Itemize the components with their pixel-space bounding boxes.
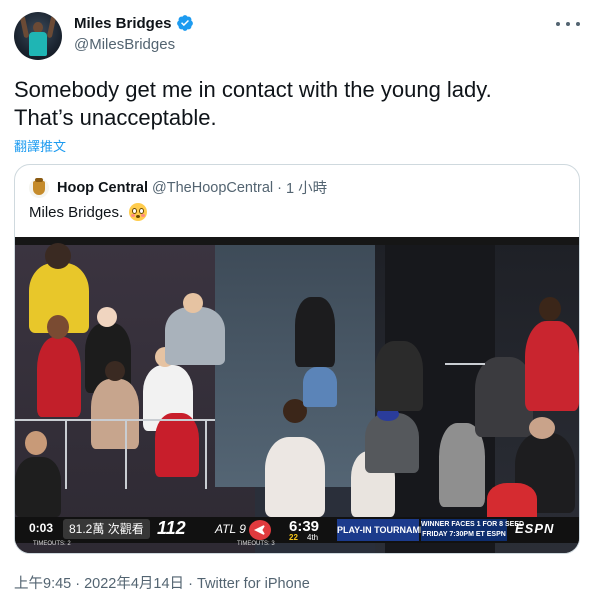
spectator-head [529,417,555,439]
player-figure [265,437,325,517]
railing [125,419,127,489]
author-handle[interactable]: @MilesBridges [74,36,175,53]
spectator-figure [525,321,579,411]
spectator-figure [15,457,61,517]
playin-tournament-label: PLAY-IN TOURNAMENT [337,519,438,541]
quoted-tweet-text: Miles Bridges. [29,203,148,221]
timeouts-right: TIMEOUTS: 3 [237,541,275,547]
railing [15,419,215,421]
video-elapsed-time: 0:03 [29,521,54,535]
quoted-tweet-text-content: Miles Bridges. [29,203,124,221]
spectator-head [105,361,125,381]
spectator-figure [91,379,139,449]
translate-tweet-link[interactable]: 翻譯推文 [14,136,66,155]
spectator-figure [365,413,419,473]
spectator-figure [303,367,337,407]
quoted-tweet-header: Hoop Central @TheHoopCentral · 1 小時 [29,177,327,198]
spectator-head [539,297,561,321]
home-score: 112 [157,518,186,538]
author-display-name[interactable]: Miles Bridges [74,15,172,32]
winner-info-line-1: WINNER FACES 1 FOR 8 SEED [421,521,525,528]
quoted-author-handle[interactable]: @TheHoopCentral [152,180,273,196]
timeouts-left: TIMEOUTS: 2 [33,541,71,547]
author-name-row[interactable]: Miles Bridges [74,14,194,32]
author-avatar[interactable] [14,12,62,60]
spectator-figure [295,297,335,367]
more-options-icon[interactable] [556,14,580,34]
spectator-figure [37,337,81,417]
separator-dot: · [277,179,282,196]
quoted-tweet[interactable]: Hoop Central @TheHoopCentral · 1 小時 Mile… [14,164,580,554]
video-player[interactable]: 0:03 81.2萬 次觀看 112 ATL 9 6:39 22 4th PLA… [15,237,579,553]
spectator-figure [155,413,199,477]
tweet-text-line-2: That’s unacceptable. [14,105,217,130]
spectator-head [45,243,71,269]
railing [445,363,485,365]
quoted-tweet-time[interactable]: 1 小時 [286,177,327,198]
spectator-figure [165,307,225,365]
flushed-face-icon [129,203,148,221]
spectator-head [183,293,203,313]
away-team-label: ATL 9 [215,522,246,536]
railing [205,419,207,489]
tweet-text-line-1: Somebody get me in contact with the youn… [14,77,492,102]
railing [65,419,67,489]
quoted-author-name[interactable]: Hoop Central [57,180,148,196]
spectator-figure [375,341,423,411]
tweet-card: Miles Bridges @MilesBridges Somebody get… [0,0,594,603]
spectator-head [97,307,117,327]
tweet-timestamp[interactable]: 上午9:45 · 2022年4月14日 · Twitter for iPhone [14,572,310,593]
quoted-author-avatar[interactable] [29,177,49,198]
video-view-count: 81.2萬 次觀看 [63,519,150,539]
espn-logo: ESPN [515,521,555,536]
broadcast-scorebar: 0:03 81.2萬 次觀看 112 ATL 9 6:39 22 4th PLA… [15,517,579,543]
winner-info-label: WINNER FACES 1 FOR 8 SEED FRIDAY 7:30PM … [421,519,525,541]
winner-info-line-2: FRIDAY 7:30PM ET ESPN [422,531,506,538]
verified-badge-icon [176,15,193,31]
quarter-label: 4th [307,533,319,542]
spectator-head [25,431,47,455]
shot-clock: 22 [289,533,298,542]
hawks-logo-icon [249,520,271,540]
tweet-text: Somebody get me in contact with the youn… [14,76,580,132]
spectator-head [47,315,69,339]
